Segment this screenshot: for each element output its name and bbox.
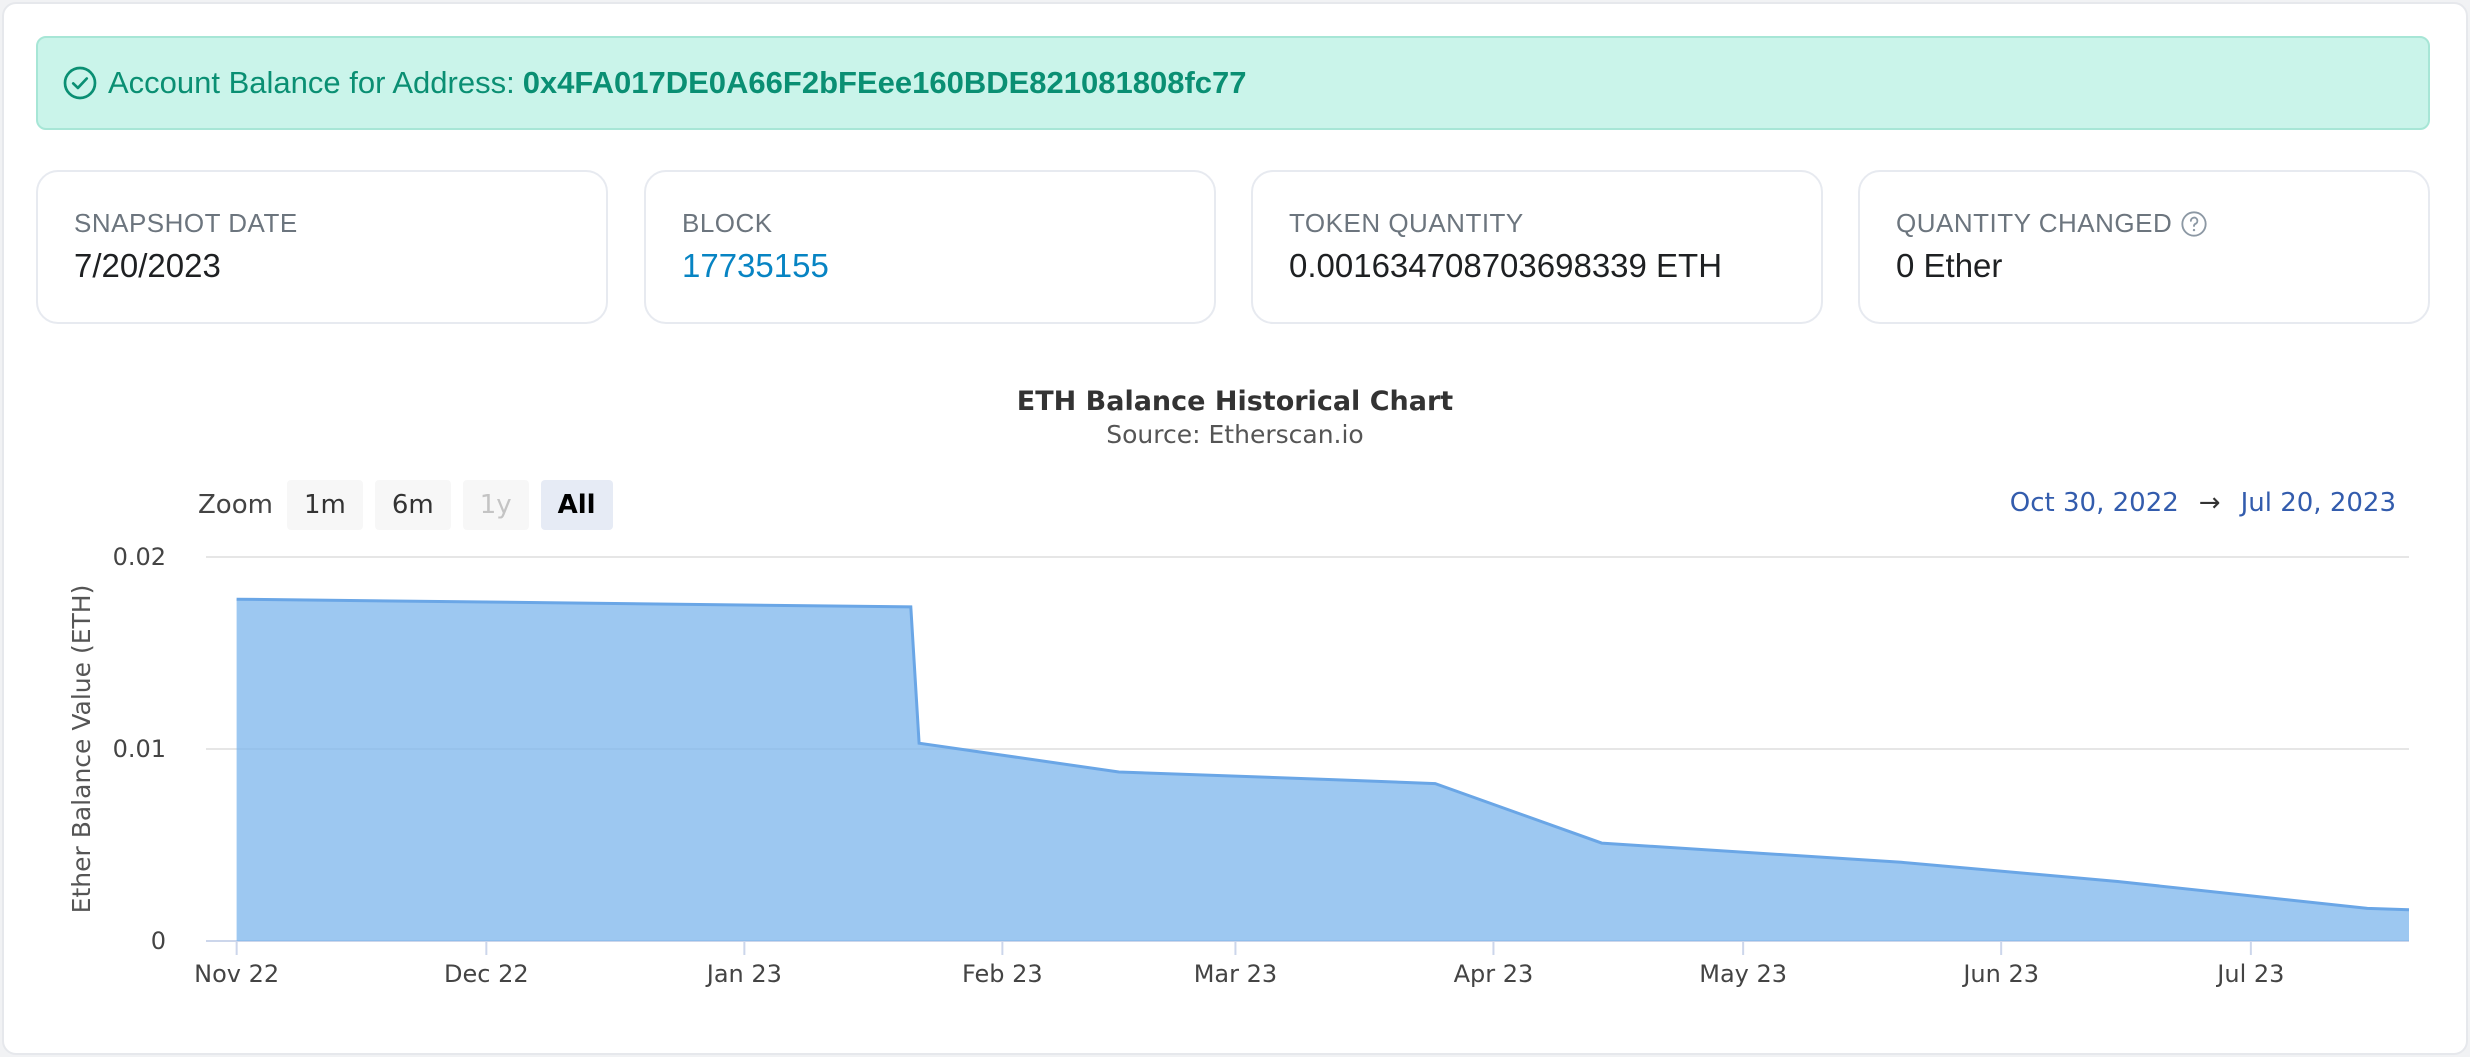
y-tick-label: 0.01: [113, 735, 166, 763]
balance-area: [236, 599, 2409, 941]
x-tick-label: Apr 23: [1454, 960, 1534, 988]
x-tick-label: Jul 23: [2215, 960, 2284, 988]
x-tick-label: Jan 23: [705, 960, 782, 988]
y-axis-label: Ether Balance Value (ETH): [67, 585, 96, 914]
x-tick-label: Feb 23: [962, 960, 1043, 988]
x-tick-label: May 23: [1699, 960, 1787, 988]
x-tick-label: Mar 23: [1194, 960, 1277, 988]
y-tick-label: 0: [151, 927, 166, 955]
balance-chart: 0 0.01 0.02 Ether Balance Value (ETH) Nov 22…: [67, 543, 2410, 988]
x-tick-label: Dec 22: [444, 960, 529, 988]
y-tick-label: 0.02: [113, 543, 166, 571]
x-tick-label: Nov 22: [194, 960, 279, 988]
x-tick-label: Jun 23: [1961, 960, 2039, 988]
